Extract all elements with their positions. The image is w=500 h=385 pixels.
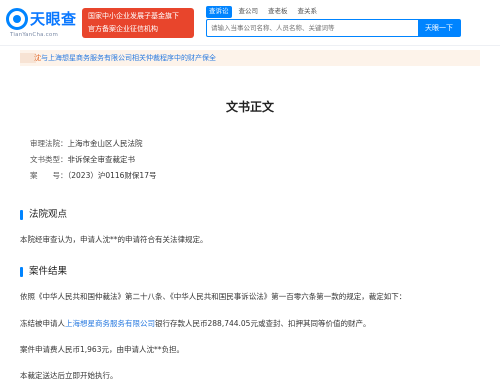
notice-case-link[interactable]: 与上海想星商务服务有限公司相关仲裁程序中的财产保全 [41, 54, 216, 62]
document-meta: 审理法院：上海市金山区人民法院 文书类型：非诉保全审查裁定书 案 号：（2023… [30, 136, 156, 184]
search-input[interactable] [207, 20, 418, 36]
top-header: 天眼查 TianYanCha.com 国家中小企业发展子基金旗下 官方备案企业征… [0, 0, 500, 46]
result-p2-post: 银行存款人民币288,744.05元或查封、扣押其同等价值的财产。 [155, 319, 371, 328]
tab-company[interactable]: 查公司 [236, 6, 262, 18]
tab-relation[interactable]: 查关系 [295, 6, 321, 18]
meta-court-label: 审理法院： [30, 139, 68, 148]
logo-subtext: TianYanCha.com [10, 32, 59, 38]
notice-prefix: 沈 [34, 54, 41, 62]
logo-text: 天眼查 [30, 10, 77, 28]
section-court-opinion: 法院观点 [20, 209, 67, 221]
case-notice-bar: 沈与上海想星商务服务有限公司相关仲裁程序中的财产保全 [20, 50, 480, 66]
result-p2-pre: 冻结被申请人 [20, 319, 65, 328]
result-paragraph-4: 本裁定送达后立即开始执行。 [20, 371, 118, 380]
section-case-result: 案件结果 [20, 266, 67, 278]
meta-doc-type: 文书类型：非诉保全审查裁定书 [30, 152, 156, 168]
notice-text: 沈与上海想星商务服务有限公司相关仲裁程序中的财产保全 [34, 50, 216, 66]
court-opinion-text: 本院经审查认为，申请人沈**的申请符合有关法律规定。 [20, 235, 208, 244]
tab-boss[interactable]: 查老板 [265, 6, 291, 18]
promo-badge: 国家中小企业发展子基金旗下 官方备案企业征信机构 [82, 8, 194, 38]
meta-doc-type-label: 文书类型： [30, 155, 68, 164]
promo-line-2: 官方备案企业征信机构 [88, 25, 158, 33]
eye-logo-icon [6, 8, 28, 30]
meta-case-number: 案 号：（2023）沪0116财保17号 [30, 168, 156, 184]
search-bar: 天眼一下 [206, 19, 461, 37]
meta-doc-type-value: 非诉保全审查裁定书 [67, 155, 136, 164]
result-paragraph-1: 依照《中华人民共和国仲裁法》第二十八条、《中华人民共和国民事诉讼法》第一百零六条… [20, 292, 407, 301]
site-logo[interactable]: 天眼查 TianYanCha.com [6, 6, 78, 40]
result-paragraph-3: 案件申请费人民币1,963元，由申请人沈**负担。 [20, 345, 184, 354]
search-button[interactable]: 天眼一下 [418, 20, 460, 36]
promo-line-1: 国家中小企业发展子基金旗下 [88, 12, 179, 20]
tab-lawsuit[interactable]: 查诉讼 [206, 6, 232, 18]
respondent-company-link[interactable]: 上海想星商务服务有限公司 [65, 319, 155, 328]
meta-case-number-label: 案 号： [30, 171, 68, 180]
search-tabs: 查诉讼 查公司 查老板 查关系 [206, 6, 320, 18]
result-paragraph-2: 冻结被申请人上海想星商务服务有限公司银行存款人民币288,744.05元或查封、… [20, 318, 370, 330]
meta-court-value: 上海市金山区人民法院 [67, 139, 143, 148]
meta-case-number-value: （2023）沪0116财保17号 [67, 171, 157, 180]
meta-court: 审理法院：上海市金山区人民法院 [30, 136, 156, 152]
document-title: 文书正文 [225, 100, 274, 114]
